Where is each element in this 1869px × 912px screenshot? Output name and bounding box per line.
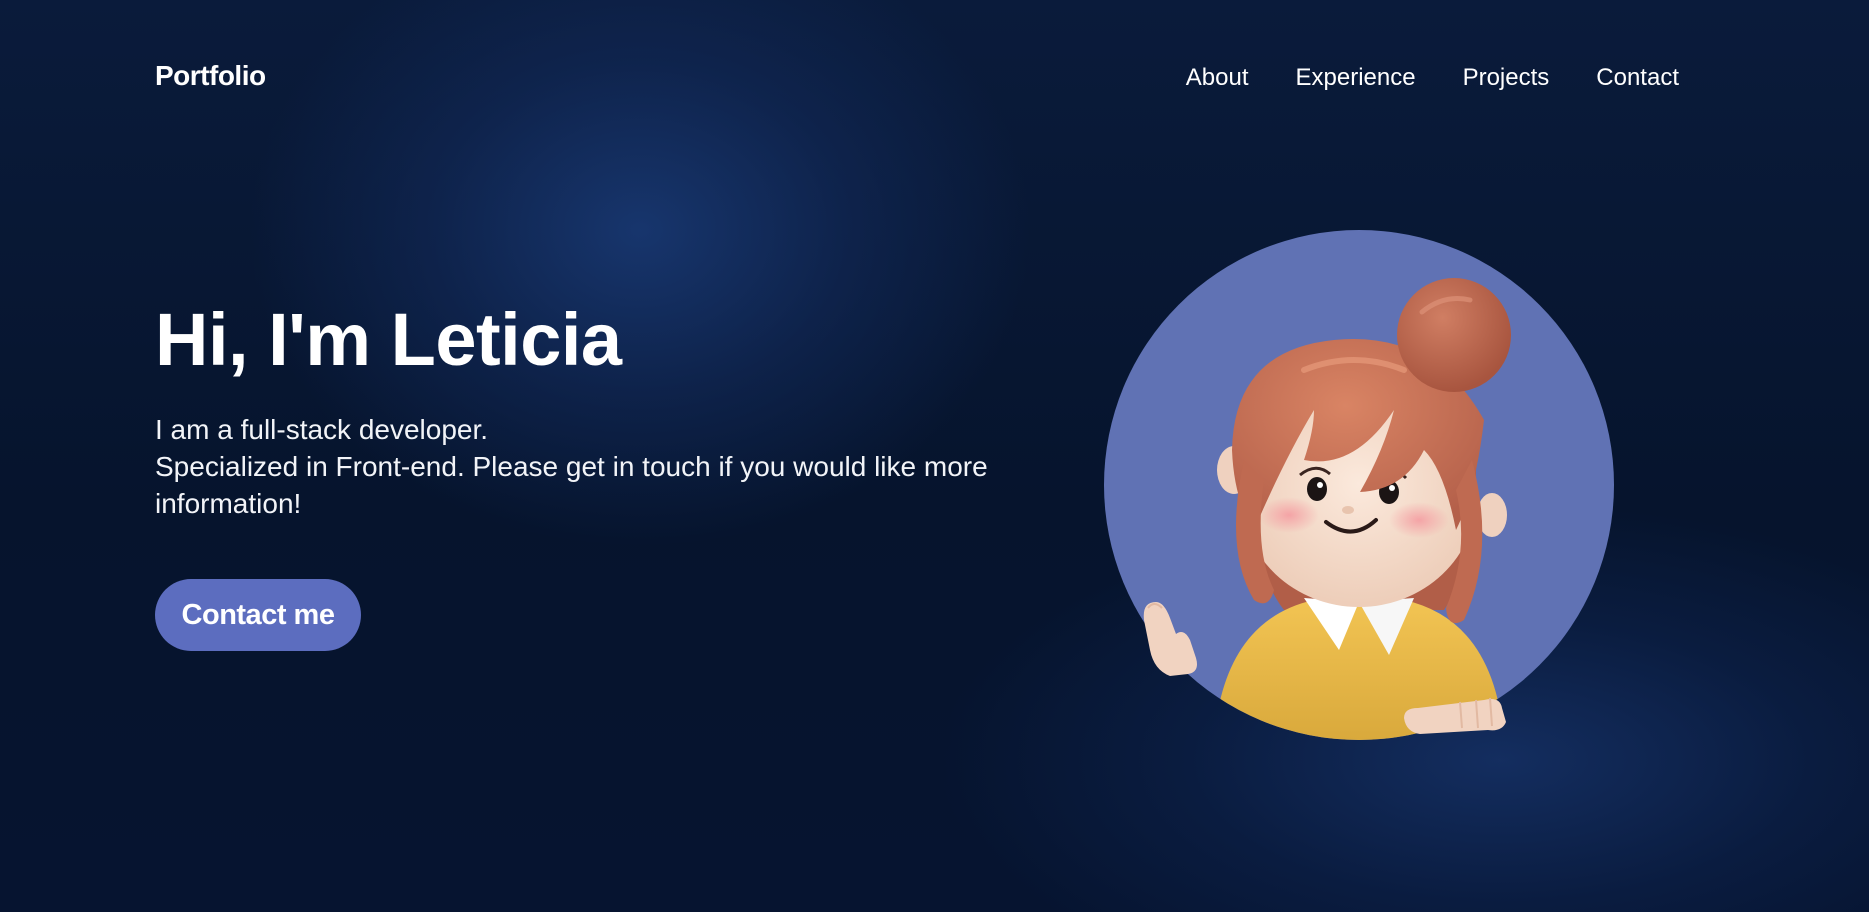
avatar-illustration xyxy=(1104,230,1614,740)
nav-links: About Experience Projects Contact xyxy=(1186,64,1679,92)
nav-link-about[interactable]: About xyxy=(1186,64,1249,92)
top-navigation: Portfolio About Experience Projects Cont… xyxy=(0,0,1869,156)
hero-description-line: information! xyxy=(155,488,302,519)
nav-link-projects[interactable]: Projects xyxy=(1463,64,1550,92)
hero-title: Hi, I'm Leticia xyxy=(155,298,622,381)
hero-description-line: I am a full-stack developer. xyxy=(155,414,489,445)
contact-me-button[interactable]: Contact me xyxy=(155,579,361,651)
cartoon-girl-avatar-icon xyxy=(1104,230,1614,740)
hero-description-line: Specialized in Front-end. Please get in … xyxy=(155,451,988,482)
logo[interactable]: Portfolio xyxy=(155,60,266,92)
nav-link-experience[interactable]: Experience xyxy=(1296,64,1416,92)
nav-link-contact[interactable]: Contact xyxy=(1596,64,1679,92)
hero-section: Hi, I'm Leticia I am a full-stack develo… xyxy=(155,295,1055,522)
hero-description: I am a full-stack developer. Specialized… xyxy=(155,411,1055,522)
